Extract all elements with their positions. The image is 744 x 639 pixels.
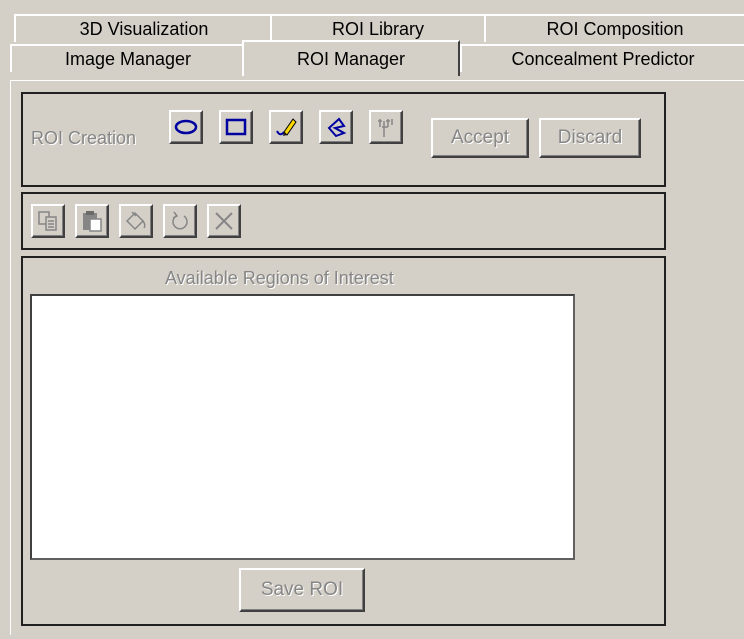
tab-roi-library[interactable]: ROI Library: [270, 14, 486, 42]
undo-button[interactable]: [163, 204, 197, 238]
regions-title: Available Regions of Interest: [165, 268, 394, 288]
tab-row-back: 3D Visualization ROI Library ROI Composi…: [0, 14, 744, 42]
copy-button[interactable]: [31, 204, 65, 238]
magic-wand-icon: [374, 115, 398, 139]
undo-icon: [169, 210, 191, 232]
regions-listbox[interactable]: [30, 294, 575, 560]
paste-icon: [81, 210, 103, 232]
tab-image-manager[interactable]: Image Manager: [10, 44, 244, 72]
delete-icon: [213, 210, 235, 232]
tab-panel-border-left: [10, 80, 11, 635]
roi-creation-label: ROI Creation: [31, 128, 137, 148]
tab-concealment-predictor[interactable]: Concealment Predictor: [460, 44, 744, 72]
magic-wand-tool-button[interactable]: [369, 110, 403, 144]
rectangle-icon: [225, 118, 247, 136]
accept-button[interactable]: Accept: [431, 118, 529, 158]
polygon-icon: [324, 116, 348, 138]
save-roi-button[interactable]: Save ROI: [239, 568, 365, 612]
discard-button[interactable]: Discard: [539, 118, 641, 158]
edit-toolbar-group: [21, 192, 666, 250]
paste-button[interactable]: [75, 204, 109, 238]
freehand-tool-button[interactable]: [269, 110, 303, 144]
ellipse-icon: [174, 118, 198, 136]
delete-button[interactable]: [207, 204, 241, 238]
rectangle-tool-button[interactable]: [219, 110, 253, 144]
roi-creation-group: ROI Creation Accept Discard: [21, 92, 666, 187]
tab-3d-visualization[interactable]: 3D Visualization: [14, 14, 274, 42]
freehand-pencil-icon: [274, 115, 298, 139]
polygon-tool-button[interactable]: [319, 110, 353, 144]
tab-roi-manager[interactable]: ROI Manager: [242, 40, 460, 76]
fill-button[interactable]: [119, 204, 153, 238]
tab-panel-border: [10, 80, 744, 81]
tab-row-front: Image Manager ROI Manager Concealment Pr…: [0, 40, 744, 76]
tab-roi-composition[interactable]: ROI Composition: [484, 14, 744, 42]
fill-bucket-icon: [124, 210, 148, 232]
regions-group: Available Regions of Interest Save ROI: [21, 256, 666, 626]
ellipse-tool-button[interactable]: [169, 110, 203, 144]
copy-icon: [37, 210, 59, 232]
